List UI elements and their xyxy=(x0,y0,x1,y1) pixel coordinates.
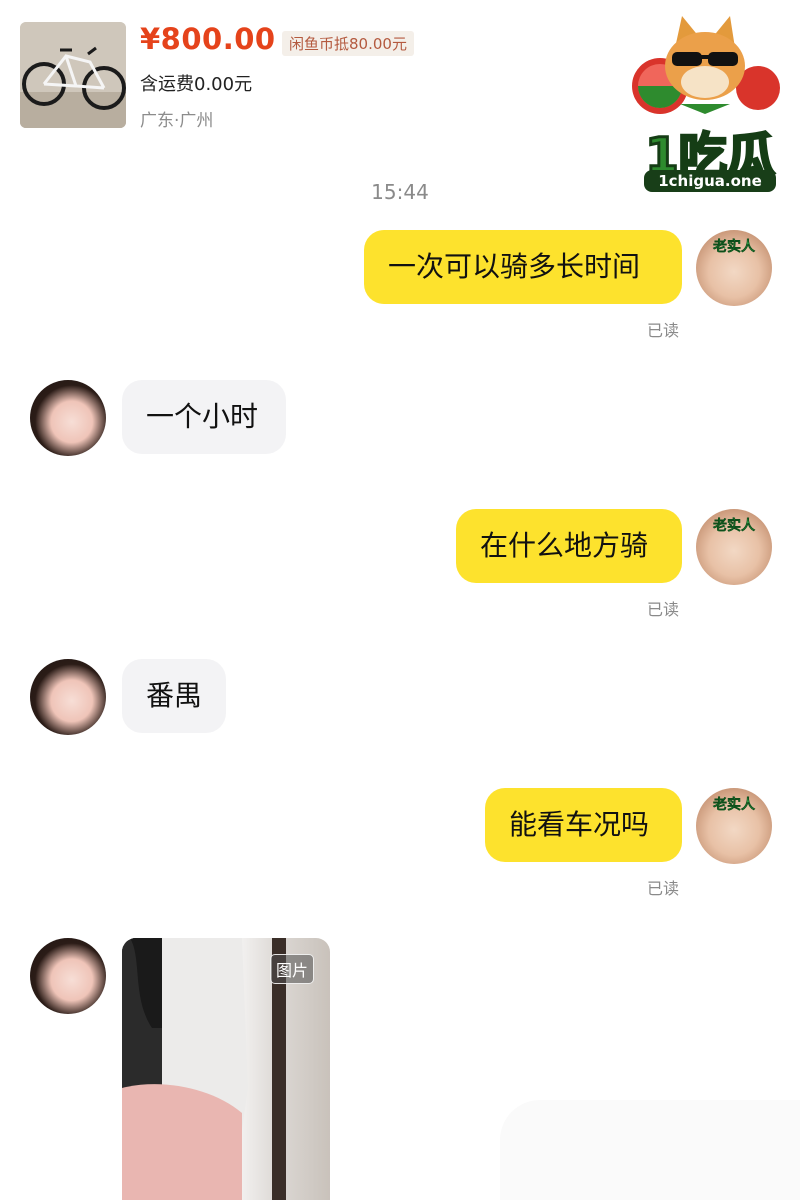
bicycle-icon xyxy=(20,22,126,128)
product-card[interactable]: ¥800.00 闲鱼币抵80.00元 含运费0.00元 广东·广州 xyxy=(20,20,620,131)
chat-timestamp: 15:44 xyxy=(371,180,429,204)
watermark-logo: 1吃瓜 1chigua.one xyxy=(620,8,790,198)
my-avatar[interactable]: 老实人 xyxy=(696,509,772,585)
contact-avatar[interactable] xyxy=(30,938,106,1014)
product-location: 广东·广州 xyxy=(140,111,214,131)
my-avatar[interactable]: 老实人 xyxy=(696,230,772,306)
outgoing-message[interactable]: 能看车况吗 xyxy=(485,788,682,862)
read-receipt: 已读 xyxy=(647,321,680,340)
contact-avatar[interactable] xyxy=(30,659,106,735)
outgoing-message[interactable]: 一次可以骑多长时间 xyxy=(364,230,682,304)
outgoing-message[interactable]: 在什么地方骑 xyxy=(456,509,682,583)
fox-mascot-icon xyxy=(632,16,780,114)
shipping-fee: 含运费0.00元 xyxy=(140,74,253,95)
image-badge: 图片 xyxy=(269,954,314,984)
read-receipt: 已读 xyxy=(647,600,680,619)
read-receipt: 已读 xyxy=(647,879,680,898)
incoming-message[interactable]: 一个小时 xyxy=(122,380,286,454)
image-message[interactable]: 图片 xyxy=(122,938,330,1200)
bottom-overlay xyxy=(500,1100,800,1200)
product-thumbnail[interactable] xyxy=(20,22,126,128)
incoming-message[interactable]: 番禺 xyxy=(122,659,226,733)
avatar-sticker-text: 老实人 xyxy=(713,239,755,255)
coin-discount-badge: 闲鱼币抵80.00元 xyxy=(282,31,414,56)
contact-avatar[interactable] xyxy=(30,380,106,456)
avatar-sticker-text: 老实人 xyxy=(713,797,755,813)
avatar-sticker-text: 老实人 xyxy=(713,518,755,534)
product-price: ¥800.00 xyxy=(140,22,276,56)
my-avatar[interactable]: 老实人 xyxy=(696,788,772,864)
